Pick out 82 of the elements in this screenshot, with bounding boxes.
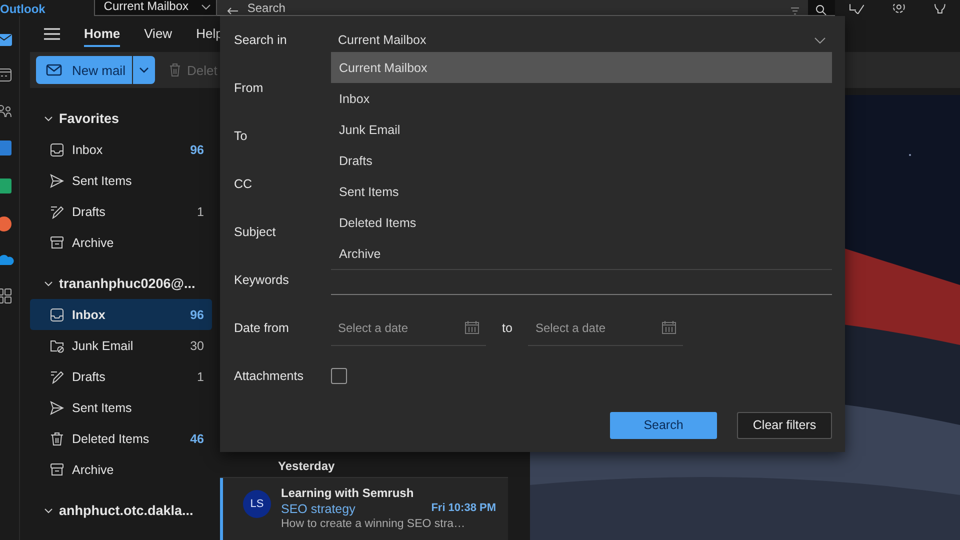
date-field[interactable]: Select a date [331,310,486,346]
field-label: From [234,81,264,95]
message-subject: SEO strategy [281,502,356,516]
apps-grid-icon[interactable] [0,288,12,304]
app-tile-icon[interactable] [0,140,12,156]
new-mail-dropdown[interactable] [133,56,155,84]
folder-group-header[interactable]: trananhphuc0206@... [30,267,212,299]
chevron-icon [44,278,53,288]
field-label: Subject [234,225,277,239]
search-icon [815,5,828,15]
calendar-icon [465,321,479,334]
pencil-icon [50,204,64,218]
app-name: Outlook [0,3,46,16]
archive-box-icon [50,462,64,476]
folder-group-header[interactable]: anhphuct.otc.dakla... [30,494,212,526]
field-label: Date from [234,321,290,335]
app-tile-icon[interactable] [0,178,12,194]
field-label: To [234,129,248,143]
folder-item[interactable]: Deleted Items 46 [30,423,212,454]
chevron-icon [44,114,53,122]
chevron-down-icon [139,67,149,73]
attachments-checkbox[interactable] [331,368,347,384]
dropdown-option[interactable]: Archive [331,238,832,269]
dropdown-option[interactable]: Drafts [331,145,832,176]
sender-name: Learning with Semrush [281,486,415,500]
filter-icon[interactable] [790,7,800,15]
message-item[interactable]: LS Learning with Semrush SEO strategy Fri 10:38 PM How to create a winning SEO stra… [220,478,508,540]
envelope-icon [46,64,62,76]
inbox-tray-icon [50,308,64,322]
search-field[interactable]: Search [217,0,835,16]
field-label: Attachments [234,369,304,383]
folder-item[interactable]: Sent Items [30,165,212,196]
dropdown-option[interactable]: Current Mailbox [331,52,832,83]
scope-dropdown[interactable]: Current Mailbox [94,0,218,16]
folder-item[interactable]: Drafts 1 [30,196,212,227]
trash-icon [169,63,181,77]
pencil-icon [50,370,64,384]
folder-item[interactable]: Inbox 96 [30,299,212,330]
dropdown-option[interactable]: Inbox [331,83,832,114]
field-label: Search in [234,33,288,47]
new-mail-button[interactable]: New mail [36,56,132,84]
calendar-icon[interactable] [0,68,12,82]
folder-group-header[interactable]: Favorites [30,102,212,134]
menu-icon[interactable] [44,28,60,40]
date-field[interactable]: Select a date [528,310,684,346]
message-time: Fri 10:38 PM [431,502,496,516]
settings-icon[interactable] [892,4,906,14]
search-submit-button[interactable]: Search [610,412,717,438]
trash-icon [50,432,64,446]
folder-blocked-icon [50,338,64,352]
date-separator: to [502,321,512,335]
checklist-icon[interactable] [848,4,864,14]
paper-plane-icon [50,400,64,414]
message-preview: How to create a winning SEO stra… [281,518,466,530]
folder-item[interactable]: Junk Email 30 [30,330,212,361]
folder-item[interactable]: Sent Items [30,392,212,423]
dropdown-option[interactable]: Junk Email [331,114,832,145]
folder-item[interactable]: Archive [30,454,212,485]
search-in-select[interactable]: Current Mailbox [331,25,832,55]
paper-plane-icon [50,174,64,188]
avatar: LS [243,490,271,518]
folder-item[interactable]: Archive [30,227,212,258]
dropdown-option[interactable]: Deleted Items [331,207,832,238]
folder-item[interactable]: Drafts 1 [30,361,212,392]
ribbon-tab[interactable]: View [144,22,172,46]
dropdown-option[interactable]: Sent Items [331,176,832,207]
field-label: CC [234,177,254,191]
chevron-icon [44,506,53,514]
search-button[interactable] [808,0,835,15]
mail-icon[interactable] [0,34,12,46]
archive-box-icon [50,236,64,250]
clear-filters-button[interactable]: Clear filters [737,412,832,438]
inbox-tray-icon [50,142,64,156]
chevron-down-icon [814,36,826,44]
chevron-down-icon [200,4,210,10]
folder-item[interactable]: Inbox 96 [30,134,212,165]
field-label: Keywords [234,273,290,287]
cloud-icon[interactable] [0,254,14,266]
calendar-icon [662,321,676,334]
ribbon-tab[interactable]: Home [84,22,120,46]
people-icon[interactable] [0,104,12,118]
back-arrow-icon [227,7,240,15]
